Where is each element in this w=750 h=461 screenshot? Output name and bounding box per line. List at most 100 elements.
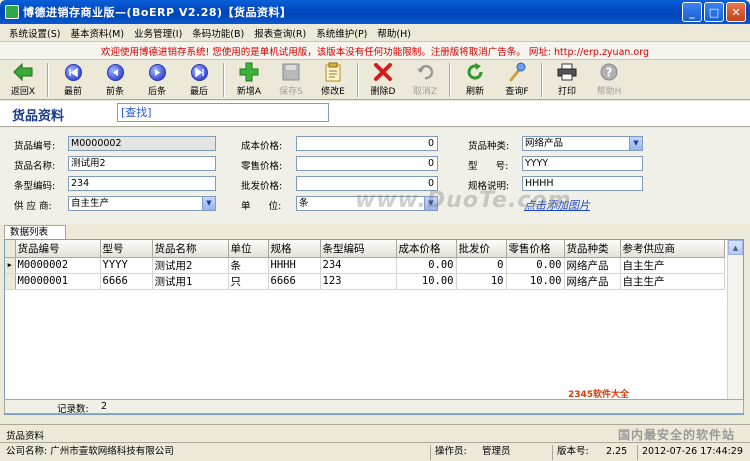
col-code[interactable]: 货品编号 bbox=[15, 240, 101, 258]
cancel-label: 取消Z bbox=[412, 87, 438, 97]
retail-label: 零售价格: bbox=[241, 161, 283, 172]
barcode-label: 条型编码: bbox=[14, 181, 56, 192]
cell-name[interactable]: 测试用2 bbox=[152, 257, 229, 274]
col-spec[interactable]: 规格 bbox=[268, 240, 321, 258]
help-button[interactable]: ? 帮助H bbox=[588, 60, 630, 100]
scroll-up-icon[interactable]: ▲ bbox=[728, 240, 743, 255]
prev-button[interactable]: 前条 bbox=[94, 60, 136, 100]
col-wholesale[interactable]: 批发价 bbox=[456, 240, 507, 258]
supplier-value: 自主生产 bbox=[71, 198, 110, 209]
barcode-field[interactable]: 234 bbox=[68, 176, 216, 191]
edit-icon bbox=[323, 62, 343, 82]
svg-text:?: ? bbox=[606, 66, 613, 80]
model-field[interactable]: YYYY bbox=[522, 156, 643, 171]
cell-category[interactable]: 网络产品 bbox=[564, 273, 621, 290]
name-field[interactable]: 测试用2 bbox=[68, 156, 216, 171]
supplier-label: 供 应 商: bbox=[14, 201, 52, 212]
cell-code[interactable]: M0000002 bbox=[15, 257, 101, 274]
tab-product-info[interactable]: 货品资料 bbox=[6, 428, 44, 442]
status-company: 公司名称: 广州市壹软网络科技有限公司 bbox=[6, 446, 174, 457]
maximize-button[interactable]: □ bbox=[704, 2, 724, 22]
cell-spec[interactable]: HHHH bbox=[268, 257, 321, 274]
cell-supplier[interactable]: 自主生产 bbox=[620, 257, 725, 274]
col-category[interactable]: 货品种类 bbox=[564, 240, 621, 258]
cell-unit[interactable]: 只 bbox=[228, 273, 269, 290]
col-name[interactable]: 货品名称 bbox=[152, 240, 229, 258]
code-field[interactable]: M0000002 bbox=[68, 136, 216, 151]
menu-maintenance[interactable]: 系统维护(P) bbox=[311, 26, 372, 40]
title-bar[interactable]: 博德进销存商业版—(BoERP V2.28)【货品资料】 _ □ ✕ bbox=[0, 0, 750, 24]
chevron-down-icon[interactable]: ▼ bbox=[202, 197, 215, 210]
cancel-button[interactable]: 取消Z bbox=[404, 60, 446, 100]
cell-name[interactable]: 测试用1 bbox=[152, 273, 229, 290]
cell-spec[interactable]: 6666 bbox=[268, 273, 321, 290]
col-barcode[interactable]: 条型编码 bbox=[320, 240, 397, 258]
col-retail[interactable]: 零售价格 bbox=[506, 240, 565, 258]
vertical-scrollbar[interactable]: ▲ ▼ bbox=[727, 240, 743, 414]
cell-wholesale[interactable]: 0 bbox=[456, 257, 507, 274]
menu-basic-data[interactable]: 基本资料(M) bbox=[65, 26, 129, 40]
retail-field[interactable]: 0 bbox=[296, 156, 438, 171]
col-supplier[interactable]: 参考供应商 bbox=[620, 240, 725, 258]
category-select[interactable]: 网络产品 ▼ bbox=[522, 136, 643, 151]
cell-supplier[interactable]: 自主生产 bbox=[620, 273, 725, 290]
status-operator-label: 操作员: bbox=[430, 445, 467, 460]
add-label: 新增A bbox=[236, 87, 262, 97]
back-arrow-icon bbox=[13, 62, 33, 82]
minimize-button[interactable]: _ bbox=[682, 2, 702, 22]
cell-unit[interactable]: 条 bbox=[228, 257, 269, 274]
row-indicator-header bbox=[5, 240, 16, 258]
wholesale-label: 批发价格: bbox=[241, 181, 283, 192]
menu-system-settings[interactable]: 系统设置(S) bbox=[4, 26, 65, 40]
page-header: 货品资料 [查找] bbox=[0, 101, 750, 127]
record-count-value: 2 bbox=[101, 401, 108, 412]
first-button[interactable]: 最前 bbox=[52, 60, 94, 100]
find-input[interactable]: [查找] bbox=[117, 103, 329, 122]
table-row[interactable]: M0000001 6666 测试用1 只 6666 123 10.00 10 1… bbox=[5, 273, 725, 290]
cell-category[interactable]: 网络产品 bbox=[564, 257, 621, 274]
status-bar: 公司名称: 广州市壹软网络科技有限公司 操作员: 管理员 版本号: 2.25 2… bbox=[0, 442, 750, 461]
cell-barcode[interactable]: 234 bbox=[320, 257, 397, 274]
supplier-select[interactable]: 自主生产 ▼ bbox=[68, 196, 216, 211]
menu-reports[interactable]: 报表查询(R) bbox=[249, 26, 311, 40]
cell-model[interactable]: 6666 bbox=[100, 273, 153, 290]
next-label: 后条 bbox=[147, 87, 166, 97]
ad-notice-bar: 欢迎使用博德进销存系统! 您使用的是单机试用版，该版本没有任何功能限制。注册版将… bbox=[0, 41, 750, 60]
menu-business[interactable]: 业务管理(I) bbox=[129, 26, 187, 40]
help-icon: ? bbox=[599, 62, 619, 82]
edit-button[interactable]: 修改E bbox=[312, 60, 354, 100]
last-button[interactable]: 最后 bbox=[178, 60, 220, 100]
cost-field[interactable]: 0 bbox=[296, 136, 438, 151]
search-button[interactable]: 查询F bbox=[496, 60, 538, 100]
add-button[interactable]: 新增A bbox=[228, 60, 270, 100]
menu-help[interactable]: 帮助(H) bbox=[372, 26, 416, 40]
back-label: 返回X bbox=[10, 87, 36, 97]
close-button[interactable]: ✕ bbox=[726, 2, 746, 22]
cell-cost[interactable]: 10.00 bbox=[396, 273, 457, 290]
category-label: 货品种类: bbox=[468, 141, 510, 152]
tab-data-list[interactable]: 数据列表 bbox=[4, 225, 66, 239]
save-button[interactable]: 保存S bbox=[270, 60, 312, 100]
menu-barcode[interactable]: 条码功能(B) bbox=[187, 26, 249, 40]
chevron-down-icon[interactable]: ▼ bbox=[629, 137, 642, 150]
cell-barcode[interactable]: 123 bbox=[320, 273, 397, 290]
back-button[interactable]: 返回X bbox=[2, 60, 44, 100]
col-cost[interactable]: 成本价格 bbox=[396, 240, 457, 258]
col-unit[interactable]: 单位 bbox=[228, 240, 269, 258]
save-icon bbox=[281, 62, 301, 82]
cell-cost[interactable]: 0.00 bbox=[396, 257, 457, 274]
cell-code[interactable]: M0000001 bbox=[15, 273, 101, 290]
print-button[interactable]: 打印 bbox=[546, 60, 588, 100]
cell-retail[interactable]: 10.00 bbox=[506, 273, 565, 290]
cost-label: 成本价格: bbox=[241, 141, 283, 152]
col-model[interactable]: 型号 bbox=[100, 240, 153, 258]
refresh-button[interactable]: 刷新 bbox=[454, 60, 496, 100]
unit-label: 单 位: bbox=[241, 201, 282, 212]
cell-wholesale[interactable]: 10 bbox=[456, 273, 507, 290]
delete-button[interactable]: 删除D bbox=[362, 60, 404, 100]
next-button[interactable]: 后条 bbox=[136, 60, 178, 100]
cell-retail[interactable]: 0.00 bbox=[506, 257, 565, 274]
table-row[interactable]: ▶ M0000002 YYYY 测试用2 条 HHHH 234 0.00 0 0… bbox=[5, 257, 725, 274]
help-label: 帮助H bbox=[596, 87, 622, 97]
cell-model[interactable]: YYYY bbox=[100, 257, 153, 274]
